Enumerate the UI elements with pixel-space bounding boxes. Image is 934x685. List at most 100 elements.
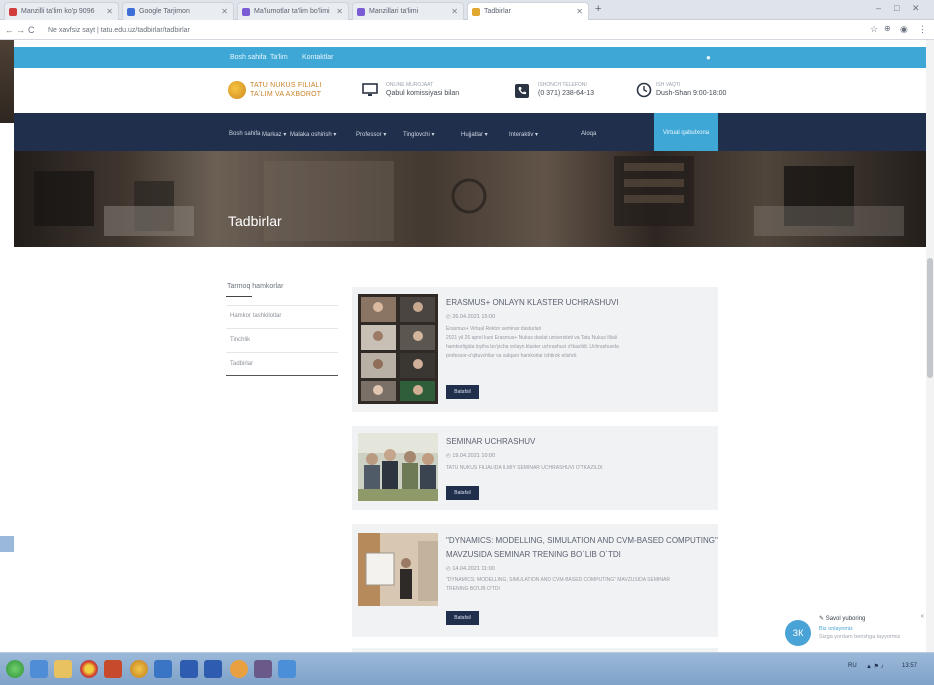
ie-icon[interactable]	[30, 660, 48, 678]
nav-item-professor[interactable]: Professor ▾	[356, 131, 386, 138]
event-excerpt-line: Erasmus+ Virtual Rektor seminar dasturla…	[446, 326, 542, 332]
keyboard-layout[interactable]: RU	[848, 663, 857, 669]
app-icon[interactable]	[130, 660, 148, 678]
event-title-line2[interactable]: MAVZUSIDA SEMINAR TRENING BO`LIB O`TDI	[446, 550, 621, 559]
strip-link-contacts[interactable]: Kontaktlar	[302, 54, 334, 61]
nav-item-center[interactable]: Markaz ▾	[262, 131, 286, 138]
tab-favicon-icon	[127, 8, 135, 16]
forward-arrow-icon[interactable]: →	[16, 25, 25, 35]
chat-subtitle: Sizga yordam berishga tayyormiz	[819, 634, 901, 640]
browser-tab-4[interactable]: Manzillari ta'limi ✕	[352, 2, 464, 20]
event-date: ◴ 14.04.2021 11:00	[446, 566, 495, 572]
tab-label: Ma'lumotlar ta'lim bo'limi	[254, 8, 330, 15]
nav-item-training[interactable]: Malaka oshirish ▾	[290, 131, 336, 138]
sidebar-item-peace[interactable]: Tinchlik	[230, 337, 250, 343]
sidebar-divider	[226, 352, 338, 353]
user-icon[interactable]	[230, 660, 248, 678]
extension-icon[interactable]: ⊕	[884, 24, 891, 33]
close-tab-icon[interactable]: ✕	[451, 7, 458, 16]
header-info-small: ONLINE MUROJAAT	[386, 82, 434, 88]
header-info-online[interactable]: Qabul komissiyasi bilan	[386, 90, 459, 97]
chat-online-status: Biz onlaynmiz	[819, 626, 853, 632]
event-excerpt-line: "DYNAMICS: MODELLING, SIMULATION AND CVM…	[446, 577, 670, 583]
close-tab-icon[interactable]: ✕	[576, 7, 583, 16]
nav-item-listener[interactable]: Tinglovchi ▾	[403, 131, 434, 138]
background-window-fragment	[0, 40, 14, 123]
nav-item-home[interactable]: Bosh sahifa	[229, 131, 260, 137]
chat-avatar[interactable]: ЗК	[785, 620, 811, 646]
hero-overlay	[14, 151, 930, 247]
header-info-phone[interactable]: (0 371) 238-64-13	[538, 90, 594, 97]
new-tab-button[interactable]: +	[595, 3, 601, 15]
strip-link-home[interactable]: Bosh sahifa	[230, 54, 267, 61]
profile-icon[interactable]: ◉	[900, 24, 908, 35]
tab-favicon-icon	[242, 8, 250, 16]
tab-label: Manzillari ta'limi	[369, 8, 419, 15]
language-icon[interactable]: ●	[706, 53, 711, 62]
tab-favicon-icon	[357, 8, 365, 16]
header-info-small: ISH VAQTI	[656, 82, 681, 88]
event-title[interactable]: ERASMUS+ ONLAYN KLASTER UCHRASHUVI	[446, 298, 619, 307]
browser-tab-2[interactable]: Google Tarjimon ✕	[122, 2, 234, 20]
event-image-video-call[interactable]	[358, 294, 438, 404]
minimize-icon[interactable]: –	[876, 3, 881, 13]
virtual-reception-button[interactable]: Virtual qabulxona	[654, 113, 718, 151]
close-tab-icon[interactable]: ✕	[106, 7, 113, 16]
background-window-fragment	[0, 536, 14, 552]
event-excerpt-line: 2021 yil 26 aprel kuni Erasmus+ Nukus da…	[446, 335, 617, 341]
logo-title[interactable]: TATU NUKUS FILIALI	[250, 82, 322, 89]
sidebar-title-underline	[226, 296, 252, 297]
chrome-icon[interactable]	[80, 660, 98, 678]
event-image-training[interactable]	[358, 533, 438, 606]
maximize-icon[interactable]: □	[894, 3, 899, 13]
site-logo-icon[interactable]	[228, 81, 246, 99]
nav-item-documents[interactable]: Hujjatlar ▾	[461, 131, 488, 138]
nav-item-interactive[interactable]: Interaktiv ▾	[509, 131, 538, 138]
sidebar-divider	[226, 305, 338, 306]
save-disk-icon[interactable]	[180, 660, 198, 678]
word-icon[interactable]	[278, 660, 296, 678]
close-tab-icon[interactable]: ✕	[336, 7, 343, 16]
menu-icon[interactable]: ⋮	[918, 24, 927, 35]
read-more-button[interactable]: Batafsil	[446, 385, 479, 399]
back-arrow-icon[interactable]: ←	[5, 25, 14, 35]
tab-favicon-icon	[472, 8, 480, 16]
tab-label: Manzilli ta'lim ko'p 9096	[21, 8, 95, 15]
close-tab-icon[interactable]: ✕	[221, 7, 228, 16]
event-title[interactable]: SEMINAR UCHRASHUV	[446, 437, 535, 446]
system-clock[interactable]: 13:57	[902, 663, 917, 669]
browser-tab-active[interactable]: Tadbirlar ✕	[467, 2, 589, 20]
page-title: Tadbirlar	[228, 213, 282, 229]
document-icon[interactable]	[254, 660, 272, 678]
browser-app-icon[interactable]	[154, 660, 172, 678]
read-more-button[interactable]: Batafsil	[446, 486, 479, 500]
tray-icons[interactable]: ▲ ⚑ ♪	[866, 663, 884, 670]
sidebar-item-events[interactable]: Tadbirlar	[230, 361, 253, 367]
reload-icon[interactable]: C	[28, 25, 35, 35]
event-image-seminar[interactable]	[358, 433, 438, 501]
tab-label: Google Tarjimon	[139, 8, 190, 15]
save-disk-icon[interactable]	[204, 660, 222, 678]
start-button-icon[interactable]	[6, 660, 24, 678]
sidebar-item-partners[interactable]: Hamkor tashkilotlar	[230, 313, 281, 319]
event-title[interactable]: "DYNAMICS: MODELLING, SIMULATION AND CVM…	[446, 536, 718, 545]
browser-tab-3[interactable]: Ma'lumotlar ta'lim bo'limi ✕	[237, 2, 349, 20]
event-date: ◴ 19.04.2021 10:00	[446, 453, 496, 459]
page-scrollbar-thumb[interactable]	[927, 258, 933, 378]
bookmark-star-icon[interactable]: ☆	[870, 24, 878, 35]
logo-subtitle: TAʼLIM VA AXBOROT	[250, 91, 322, 98]
folder-icon[interactable]	[54, 660, 72, 678]
strip-link-education[interactable]: Ta'lim	[270, 54, 288, 61]
read-more-button[interactable]: Batafsil	[446, 611, 479, 625]
nav-item-contact[interactable]: Aloqa	[581, 131, 596, 137]
chat-title[interactable]: ✎ Savol yuboring	[819, 615, 865, 622]
chat-close-icon[interactable]: ✕	[920, 614, 925, 620]
event-excerpt-line: TATU NUKUS FILIALIDA ILMIY SEMINAR UCHRA…	[446, 465, 603, 471]
browser-tab-1[interactable]: Manzilli ta'lim ko'p 9096 ✕	[4, 2, 119, 20]
close-window-icon[interactable]: ✕	[912, 3, 920, 14]
url-input[interactable]: Ne xavfsiz sayt | tatu.edu.uz/tadbirlar/…	[48, 27, 190, 34]
phone-icon	[515, 84, 529, 98]
site-header	[14, 68, 930, 113]
tab-label: Tadbirlar	[484, 8, 511, 15]
media-icon[interactable]	[104, 660, 122, 678]
